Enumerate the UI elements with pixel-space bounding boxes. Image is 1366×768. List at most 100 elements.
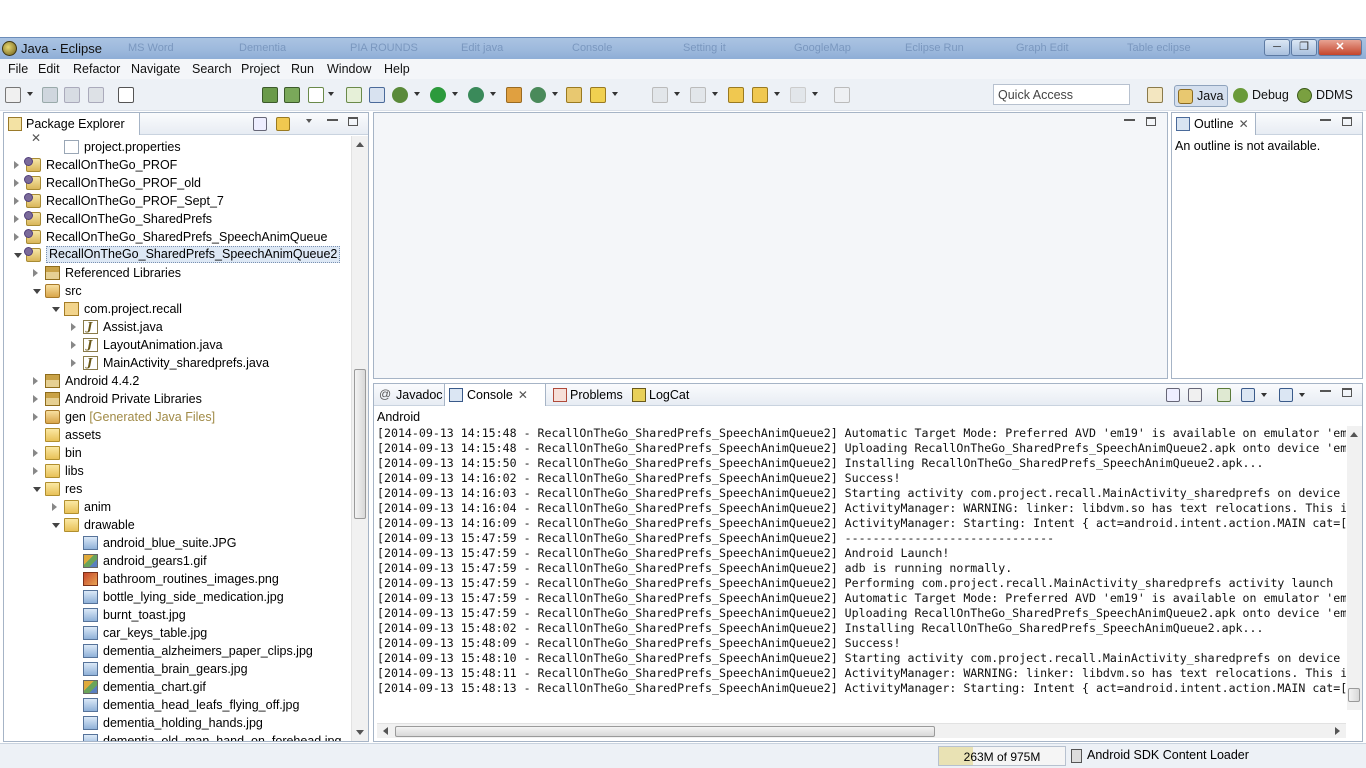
save-icon[interactable] — [42, 87, 58, 103]
debug-dropdown-icon[interactable] — [414, 92, 420, 96]
background-task[interactable]: Android SDK Content Loader — [1071, 748, 1249, 763]
perspective-ddms[interactable]: DDMS — [1294, 85, 1356, 107]
collapsed-arrow-icon[interactable] — [33, 467, 38, 475]
tree-item[interactable]: Android Private Libraries — [4, 390, 351, 408]
tree-item[interactable]: dementia_holding_hands.jpg — [4, 714, 351, 732]
collapsed-arrow-icon[interactable] — [14, 215, 19, 223]
tab-outline[interactable]: Outline ✕ — [1172, 113, 1256, 135]
avd-manager-icon[interactable] — [284, 87, 300, 103]
tree-item[interactable]: burnt_toast.jpg — [4, 606, 351, 624]
tab-javadoc[interactable]: @ Javadoc — [376, 384, 444, 406]
tree-item[interactable]: RecallOnTheGo_SharedPrefs_SpeechAnimQueu… — [4, 228, 351, 246]
tree-item[interactable]: dementia_alzheimers_paper_clips.jpg — [4, 642, 351, 660]
close-button[interactable]: ✕ — [1318, 39, 1362, 56]
coverage-icon[interactable] — [468, 87, 484, 103]
tree-item[interactable]: assets — [4, 426, 351, 444]
back-icon[interactable] — [752, 87, 768, 103]
menu-refactor[interactable]: Refactor — [73, 62, 120, 76]
pin-console-icon[interactable] — [1217, 388, 1231, 402]
new-android-project-icon[interactable] — [346, 87, 362, 103]
menu-window[interactable]: Window — [327, 62, 371, 76]
tree-item[interactable]: Android 4.4.2 — [4, 372, 351, 390]
tree-item[interactable]: dementia_old_man_hand_on_forehead.jpg — [4, 732, 351, 741]
collapsed-arrow-icon[interactable] — [71, 323, 76, 331]
collapsed-arrow-icon[interactable] — [52, 503, 57, 511]
tree-item[interactable]: android_blue_suite.JPG — [4, 534, 351, 552]
expanded-arrow-icon[interactable] — [14, 253, 22, 258]
tree-item[interactable]: android_gears1.gif — [4, 552, 351, 570]
tree-item[interactable]: bathroom_routines_images.png — [4, 570, 351, 588]
scrollbar-thumb[interactable] — [395, 726, 935, 737]
open-perspective-icon[interactable] — [1147, 87, 1163, 103]
run-icon[interactable] — [430, 87, 446, 103]
pin-editor-icon[interactable] — [834, 87, 850, 103]
tree-item[interactable]: RecallOnTheGo_SharedPrefs_SpeechAnimQueu… — [4, 246, 351, 264]
tree-item[interactable]: car_keys_table.jpg — [4, 624, 351, 642]
collapsed-arrow-icon[interactable] — [71, 359, 76, 367]
scroll-left-icon[interactable] — [383, 727, 388, 735]
new-java-class-icon[interactable] — [530, 87, 546, 103]
tab-logcat[interactable]: LogCat — [629, 384, 697, 406]
lint-icon[interactable] — [308, 87, 324, 103]
tree-item[interactable]: bottle_lying_side_medication.jpg — [4, 588, 351, 606]
collapsed-arrow-icon[interactable] — [14, 233, 19, 241]
minimize-view-icon[interactable] — [1320, 389, 1331, 392]
tree-item[interactable]: project.properties — [4, 138, 351, 156]
close-icon[interactable]: ✕ — [1239, 117, 1249, 131]
collapsed-arrow-icon[interactable] — [71, 341, 76, 349]
previous-annotation-icon[interactable] — [690, 87, 706, 103]
collapsed-arrow-icon[interactable] — [33, 413, 38, 421]
maximize-view-icon[interactable] — [348, 117, 358, 126]
package-tree-scrollbar[interactable] — [351, 136, 368, 741]
tree-item[interactable]: dementia_chart.gif — [4, 678, 351, 696]
tree-item[interactable]: LayoutAnimation.java — [4, 336, 351, 354]
tree-item[interactable]: com.project.recall — [4, 300, 351, 318]
tree-item[interactable]: anim — [4, 498, 351, 516]
collapsed-arrow-icon[interactable] — [33, 449, 38, 457]
print-icon[interactable] — [88, 87, 104, 103]
minimize-button[interactable]: ─ — [1264, 39, 1290, 56]
new-dropdown-icon[interactable] — [27, 92, 33, 96]
menu-help[interactable]: Help — [384, 62, 410, 76]
tab-problems[interactable]: Problems — [550, 384, 628, 406]
close-icon[interactable]: ✕ — [518, 388, 528, 402]
expanded-arrow-icon[interactable] — [33, 289, 41, 294]
tree-item[interactable]: bin — [4, 444, 351, 462]
tree-item[interactable]: Referenced Libraries — [4, 264, 351, 282]
tree-item[interactable]: dementia_head_leafs_flying_off.jpg — [4, 696, 351, 714]
skip-breakpoints-icon[interactable] — [369, 87, 385, 103]
clear-console-icon[interactable] — [1166, 388, 1180, 402]
scroll-up-icon[interactable] — [1350, 432, 1358, 437]
collapsed-arrow-icon[interactable] — [33, 377, 38, 385]
open-console-dropdown-icon[interactable] — [1299, 393, 1305, 397]
tree-item[interactable]: drawable — [4, 516, 351, 534]
display-console-icon[interactable] — [1241, 388, 1255, 402]
minimize-view-icon[interactable] — [1320, 118, 1331, 121]
tab-package-explorer[interactable]: Package Explorer✕ — [4, 113, 140, 145]
collapsed-arrow-icon[interactable] — [14, 161, 19, 169]
coverage-dropdown-icon[interactable] — [490, 92, 496, 96]
display-console-dropdown-icon[interactable] — [1261, 393, 1267, 397]
run-dropdown-icon[interactable] — [452, 92, 458, 96]
search-dropdown-icon[interactable] — [612, 92, 618, 96]
tree-item[interactable]: res — [4, 480, 351, 498]
tree-item[interactable]: RecallOnTheGo_PROF — [4, 156, 351, 174]
debug-icon[interactable] — [392, 87, 408, 103]
console-horizontal-scrollbar[interactable] — [377, 723, 1346, 738]
tree-item[interactable]: libs — [4, 462, 351, 480]
scroll-up-icon[interactable] — [356, 142, 364, 147]
tab-console[interactable]: Console ✕ — [444, 384, 546, 406]
tree-item[interactable]: Assist.java — [4, 318, 351, 336]
menu-search[interactable]: Search — [192, 62, 232, 76]
maximize-button[interactable]: ❐ — [1291, 39, 1317, 56]
back-dropdown-icon[interactable] — [774, 92, 780, 96]
collapse-all-icon[interactable] — [253, 117, 267, 131]
tree-item[interactable]: dementia_brain_gears.jpg — [4, 660, 351, 678]
open-type-icon[interactable] — [566, 87, 582, 103]
maximize-editor-icon[interactable] — [1146, 117, 1156, 126]
link-with-editor-icon[interactable] — [276, 117, 290, 131]
external-tools-icon[interactable] — [506, 87, 522, 103]
tree-item[interactable]: RecallOnTheGo_SharedPrefs — [4, 210, 351, 228]
scroll-down-icon[interactable] — [356, 730, 364, 735]
previous-annotation-dropdown-icon[interactable] — [712, 92, 718, 96]
